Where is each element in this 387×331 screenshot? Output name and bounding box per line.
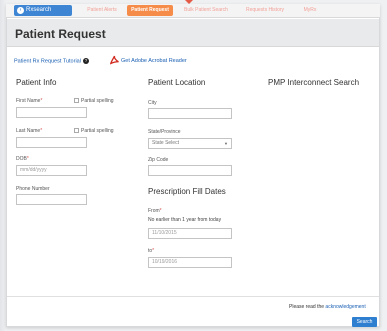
rxsearch-label: Rxsearch bbox=[26, 7, 52, 13]
acknowledgement-text: Please read the acknowledgement bbox=[289, 304, 366, 310]
tutorial-link-label: Patient Rx Request Tutorial bbox=[14, 58, 81, 65]
pdf-icon bbox=[110, 55, 119, 65]
dob-label: DOB* bbox=[16, 156, 29, 162]
rxsearch-button[interactable]: ‹ Rxsearch bbox=[14, 5, 72, 16]
zip-label: Zip Code bbox=[148, 157, 169, 163]
tab-requests-history[interactable]: Requests History bbox=[238, 5, 292, 16]
zip-input[interactable] bbox=[148, 165, 232, 176]
app-frame: ‹ Rxsearch Patient Alerts Patient Reques… bbox=[0, 0, 387, 331]
search-button[interactable]: Search bbox=[352, 317, 377, 327]
top-nav: ‹ Rxsearch Patient Alerts Patient Reques… bbox=[6, 4, 380, 18]
dob-input[interactable]: mm/dd/yyyy bbox=[16, 165, 87, 176]
phone-label: Phone Number bbox=[16, 186, 50, 192]
fill-dates-heading: Prescription Fill Dates bbox=[148, 187, 226, 196]
phone-input[interactable] bbox=[16, 194, 87, 205]
first-name-partial-label: Partial spelling bbox=[81, 98, 114, 104]
acknowledgement-link[interactable]: acknowledgement bbox=[325, 304, 365, 310]
first-name-partial-checkbox[interactable] bbox=[74, 98, 79, 103]
tab-patient-alerts[interactable]: Patient Alerts bbox=[80, 5, 124, 16]
patient-location-heading: Patient Location bbox=[148, 78, 206, 87]
to-date-input[interactable]: 10/19/2016 bbox=[148, 257, 232, 268]
page-title: Patient Request bbox=[15, 27, 106, 41]
first-name-input[interactable] bbox=[16, 107, 87, 118]
from-date-input[interactable]: 11/10/2015 bbox=[148, 228, 232, 239]
city-input[interactable] bbox=[148, 108, 232, 119]
active-tab-marker bbox=[185, 0, 193, 4]
last-name-input[interactable] bbox=[16, 137, 87, 148]
tab-bulk-patient-search[interactable]: Bulk Patient Search bbox=[177, 5, 235, 16]
footer-divider bbox=[7, 296, 379, 297]
tab-myrx[interactable]: MyRx bbox=[296, 5, 324, 16]
patient-info-heading: Patient Info bbox=[16, 78, 57, 87]
last-name-partial-checkbox[interactable] bbox=[74, 128, 79, 133]
state-select[interactable]: State Select ▼ bbox=[148, 138, 232, 149]
state-label: State/Province bbox=[148, 129, 181, 135]
first-name-label: First Name* bbox=[16, 98, 43, 104]
acrobat-link[interactable]: Get Adobe Acrobat Reader bbox=[121, 58, 187, 64]
to-label: to* bbox=[148, 248, 155, 254]
help-icon: ? bbox=[82, 58, 89, 64]
last-name-label: Last Name* bbox=[16, 128, 43, 134]
tab-patient-request[interactable]: Patient Request bbox=[127, 5, 173, 16]
pmp-heading: PMP Interconnect Search bbox=[268, 78, 360, 87]
from-label: From* bbox=[148, 208, 162, 214]
from-note: No earlier than 1 year from today bbox=[148, 217, 222, 223]
tutorial-link[interactable]: Patient Rx Request Tutorial? bbox=[14, 58, 89, 64]
city-label: City bbox=[148, 100, 157, 106]
state-select-value: State Select bbox=[152, 140, 179, 146]
title-bar: Patient Request bbox=[7, 19, 379, 47]
back-arrow-icon: ‹ bbox=[17, 7, 24, 14]
chevron-down-icon: ▼ bbox=[224, 141, 228, 146]
last-name-partial-label: Partial spelling bbox=[81, 128, 114, 134]
